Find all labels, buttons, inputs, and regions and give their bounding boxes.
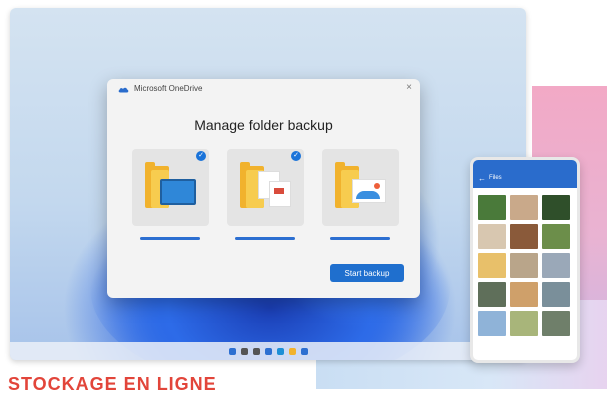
- onedrive-cloud-icon: [118, 87, 129, 93]
- folder-card-pictures[interactable]: [322, 149, 399, 226]
- photo-tile[interactable]: [510, 253, 538, 278]
- folder-progress-bar: [330, 237, 390, 240]
- title-bar: Microsoft OneDrive ×: [107, 79, 420, 101]
- folder-progress-bar: [235, 237, 295, 240]
- photo-tile[interactable]: [542, 311, 570, 336]
- picture-icon: [352, 179, 386, 203]
- edge-icon[interactable]: [276, 347, 284, 355]
- picture-hill: [356, 191, 380, 199]
- photo-tile[interactable]: [478, 224, 506, 249]
- task-view-icon[interactable]: [252, 347, 260, 355]
- folder-progress-bar: [140, 237, 200, 240]
- folder-card-documents[interactable]: ✓: [227, 149, 304, 226]
- phone-title: Files: [489, 175, 502, 181]
- taskbar: [10, 342, 526, 360]
- close-button[interactable]: ×: [406, 82, 412, 93]
- photo-tile[interactable]: [542, 195, 570, 220]
- widgets-icon[interactable]: [264, 347, 272, 355]
- app-title: Microsoft OneDrive: [134, 84, 203, 93]
- photo-tile[interactable]: [510, 224, 538, 249]
- phone-header: ← Files: [473, 160, 577, 188]
- store-icon[interactable]: [300, 347, 308, 355]
- desktop-monitor-icon: [160, 179, 196, 205]
- checkmark-icon[interactable]: ✓: [291, 151, 301, 161]
- desktop-screen: Microsoft OneDrive × Manage folder backu…: [10, 8, 526, 360]
- photo-tile[interactable]: [542, 282, 570, 307]
- photo-grid: [478, 195, 572, 336]
- watermark-text: STOCKAGE EN LIGNE: [8, 374, 217, 394]
- photo-tile[interactable]: [478, 195, 506, 220]
- checkmark-icon[interactable]: ✓: [196, 151, 206, 161]
- start-icon[interactable]: [228, 347, 236, 355]
- folder-card-desktop[interactable]: ✓: [132, 149, 209, 226]
- back-arrow-icon[interactable]: ←: [478, 174, 486, 183]
- photo-tile[interactable]: [478, 311, 506, 336]
- photo-tile[interactable]: [542, 253, 570, 278]
- picture-sun: [374, 183, 380, 189]
- photo-tile[interactable]: [510, 311, 538, 336]
- photo-tile[interactable]: [478, 253, 506, 278]
- start-backup-button[interactable]: Start backup: [330, 264, 404, 282]
- document-icon: [269, 181, 291, 207]
- photo-tile[interactable]: [542, 224, 570, 249]
- document-image-thumb: [274, 188, 284, 194]
- photo-tile[interactable]: [478, 282, 506, 307]
- onedrive-dialog: Microsoft OneDrive × Manage folder backu…: [107, 79, 420, 298]
- photo-tile[interactable]: [510, 282, 538, 307]
- explorer-icon[interactable]: [288, 347, 296, 355]
- phone-mockup: ← Files: [470, 157, 580, 363]
- search-icon[interactable]: [240, 347, 248, 355]
- photo-tile[interactable]: [510, 195, 538, 220]
- dialog-heading: Manage folder backup: [194, 117, 333, 133]
